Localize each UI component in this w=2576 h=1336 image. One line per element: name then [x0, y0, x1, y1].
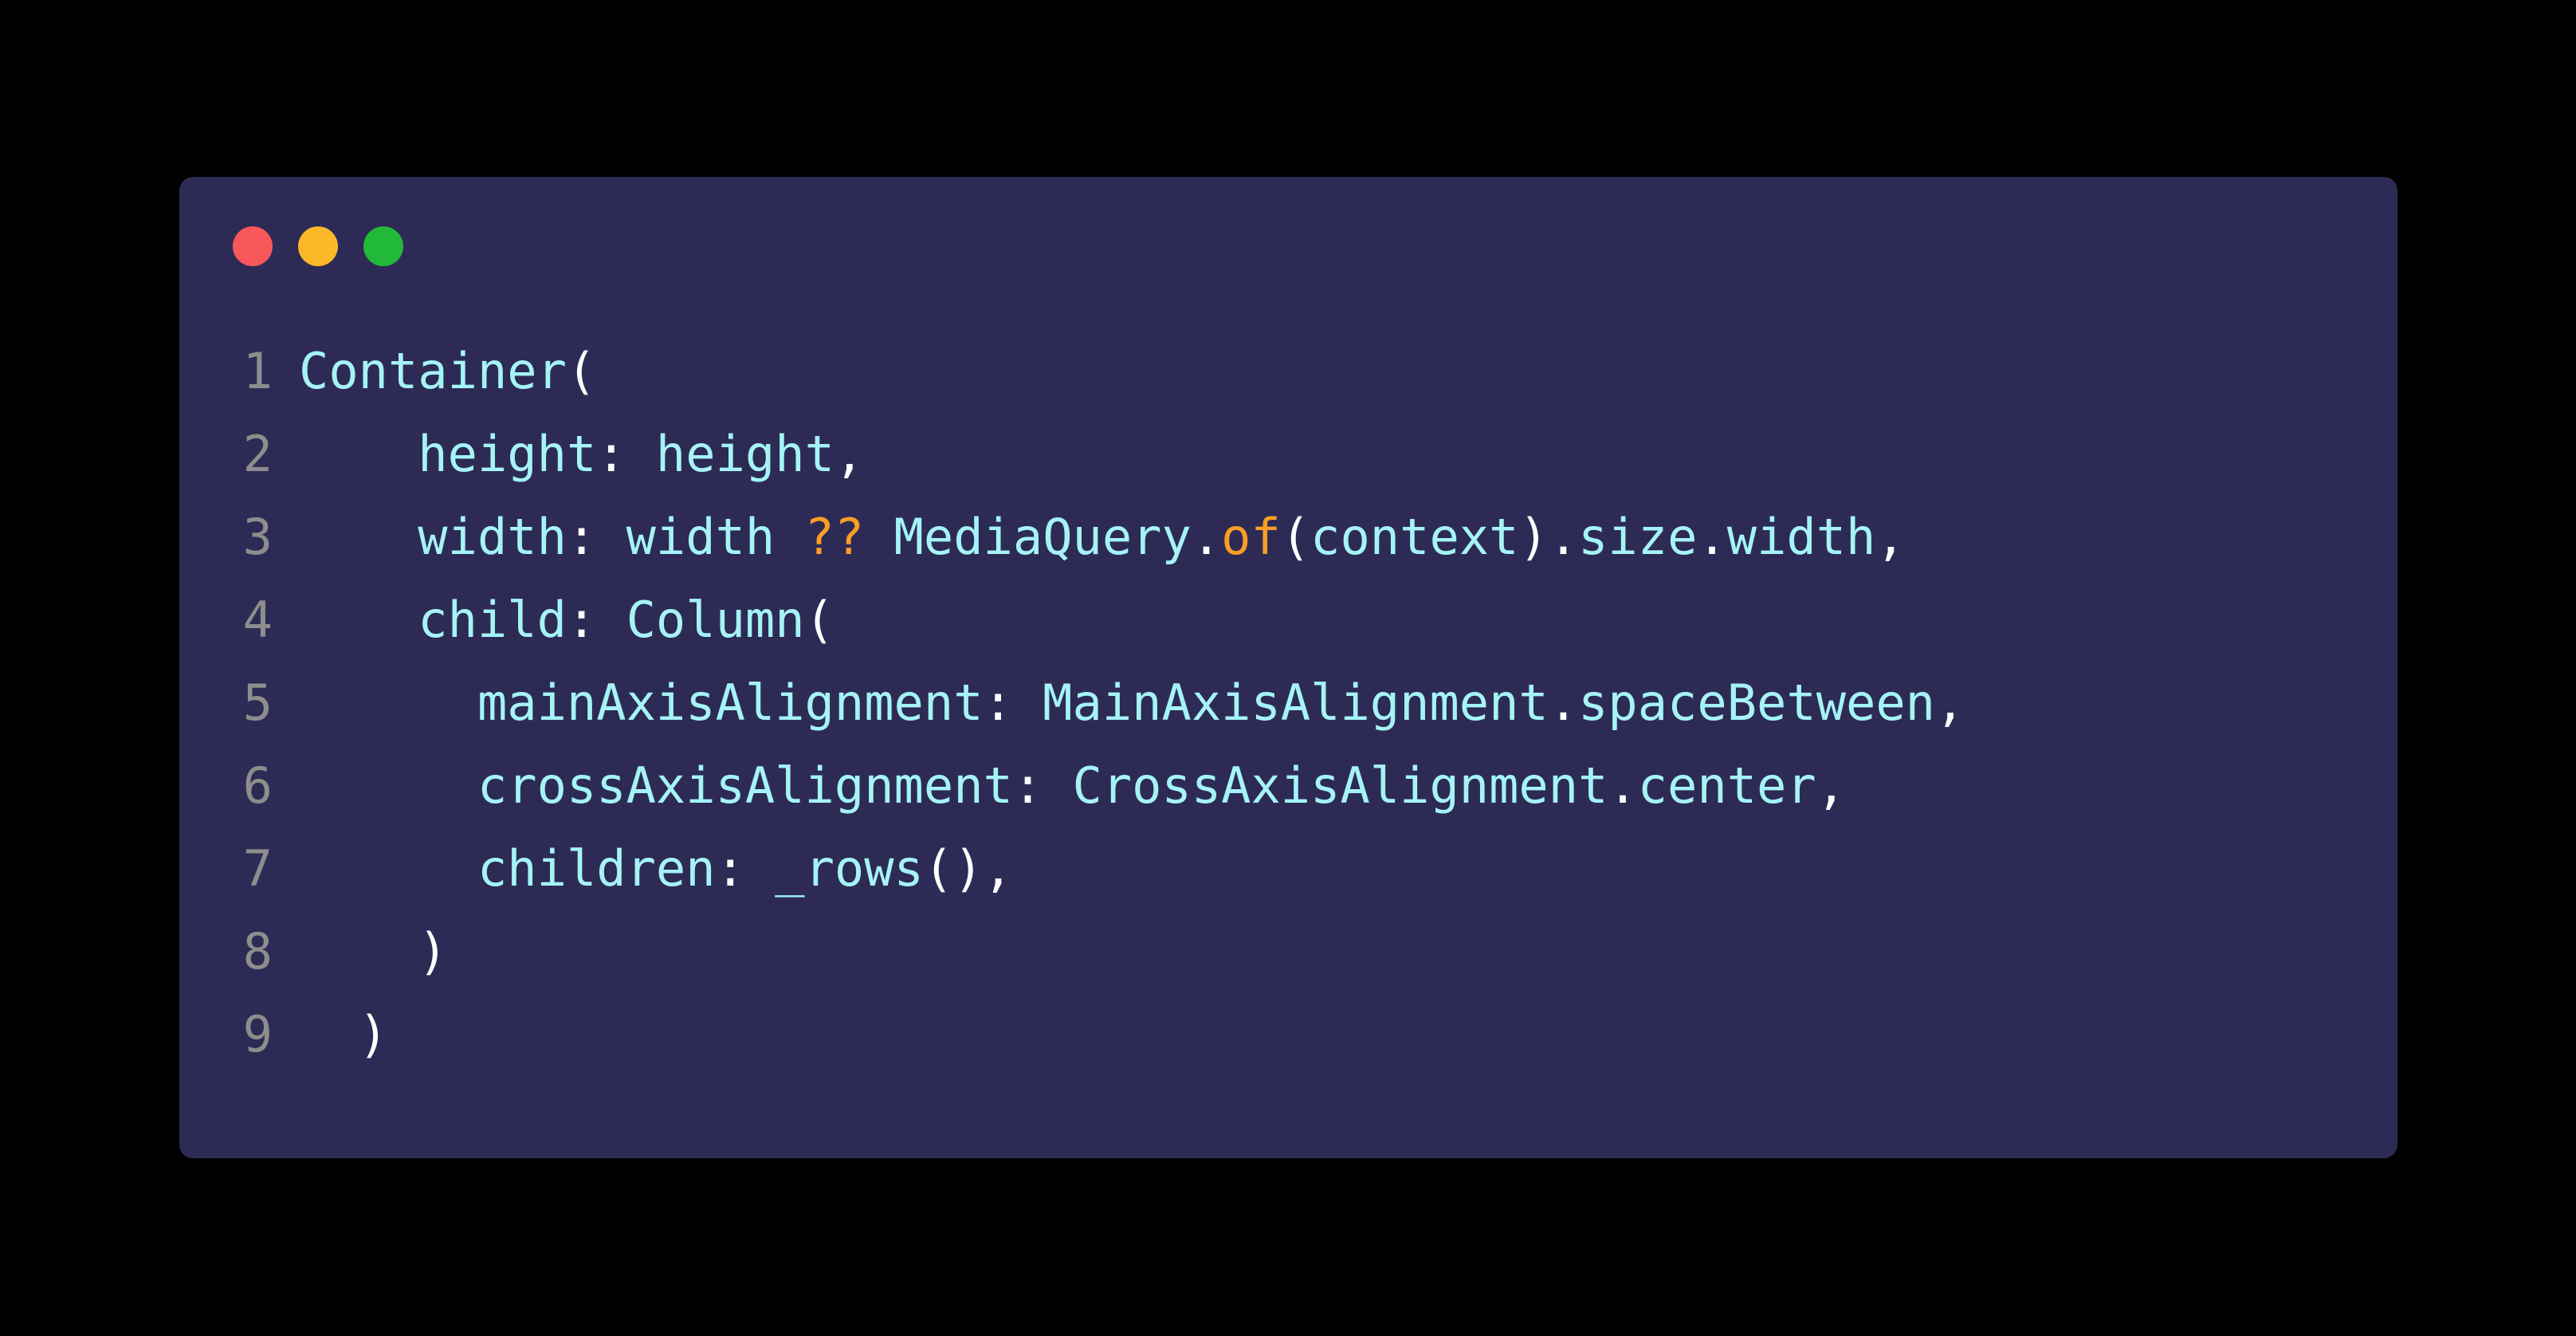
code-token: ?? — [804, 508, 865, 566]
code-token: of — [1221, 508, 1281, 566]
code-token: context — [1310, 508, 1519, 566]
code-line[interactable]: 9 ) — [179, 993, 2397, 1076]
code-editor-area[interactable]: 1 Container(2 height: height, 3 width: wid… — [179, 177, 2397, 1076]
code-token: () — [923, 839, 984, 898]
code-token: ) — [358, 1005, 388, 1063]
code-token: MainAxisAlignment — [1012, 674, 1549, 732]
line-number: 7 — [242, 839, 273, 898]
screenshot-stage: 1 Container(2 height: height, 3 width: wid… — [0, 0, 2576, 1336]
code-token: : — [566, 508, 597, 566]
code-token: width — [596, 508, 805, 566]
code-token: . — [1548, 674, 1579, 732]
code-token: ) — [1518, 508, 1549, 566]
code-token: center — [1637, 756, 1816, 815]
code-token: : — [566, 591, 597, 649]
code-line[interactable]: 3 width: width ?? MediaQuery.of(context)… — [179, 496, 2397, 579]
code-line[interactable]: 7 children: _rows(), — [179, 827, 2397, 910]
code-token: height — [626, 425, 834, 483]
code-token: , — [1935, 674, 1965, 732]
code-token: . — [1548, 508, 1579, 566]
code-token: ( — [1280, 508, 1311, 566]
code-token: spaceBetween — [1578, 674, 1936, 732]
line-code[interactable]: Container( — [299, 330, 596, 413]
code-token: crossAxisAlignment — [299, 756, 1013, 815]
code-token: . — [1608, 756, 1638, 815]
line-code[interactable]: ) — [299, 993, 388, 1076]
code-token: : — [983, 674, 1013, 732]
code-token: ( — [804, 591, 834, 649]
line-number: 4 — [242, 591, 273, 649]
code-window-card: 1 Container(2 height: height, 3 width: wid… — [179, 177, 2397, 1158]
code-token: children — [299, 839, 716, 898]
line-code[interactable]: ) — [299, 910, 448, 993]
code-line[interactable]: 8 ) — [179, 910, 2397, 993]
code-line[interactable]: 6 crossAxisAlignment: CrossAxisAlignment… — [179, 745, 2397, 827]
line-number: 9 — [242, 1005, 273, 1063]
code-token: . — [1191, 508, 1222, 566]
code-token: . — [1697, 508, 1727, 566]
code-line[interactable]: 2 height: height, — [179, 413, 2397, 496]
code-token: , — [1816, 756, 1847, 815]
code-token: : — [715, 839, 745, 898]
code-token: Column — [596, 591, 805, 649]
code-token: CrossAxisAlignment — [1043, 756, 1608, 815]
code-token: width — [1726, 508, 1876, 566]
line-code[interactable]: height: height, — [299, 413, 864, 496]
code-token: ) — [418, 922, 448, 980]
code-token: child — [299, 591, 567, 649]
code-token: Container — [299, 342, 567, 400]
code-token: _rows — [744, 839, 924, 898]
line-code[interactable]: width: width ?? MediaQuery.of(context).s… — [299, 496, 1906, 579]
line-number: 5 — [242, 674, 273, 732]
line-number: 8 — [242, 922, 273, 980]
code-line[interactable]: 5 mainAxisAlignment: MainAxisAlignment.s… — [179, 662, 2397, 745]
code-token: : — [596, 425, 626, 483]
code-token: mainAxisAlignment — [299, 674, 984, 732]
line-number: 1 — [242, 342, 273, 400]
line-number: 2 — [242, 425, 273, 483]
line-number: 6 — [242, 756, 273, 815]
code-token: , — [983, 839, 1013, 898]
line-code[interactable]: child: Column( — [299, 579, 834, 662]
line-code[interactable]: children: _rows(), — [299, 827, 1013, 910]
code-token: width — [299, 508, 567, 566]
code-token: ( — [566, 342, 597, 400]
code-token: size — [1578, 508, 1698, 566]
code-line[interactable]: 1 Container( — [179, 330, 2397, 413]
line-number: 3 — [242, 508, 273, 566]
line-code[interactable]: crossAxisAlignment: CrossAxisAlignment.c… — [299, 745, 1846, 827]
line-code[interactable]: mainAxisAlignment: MainAxisAlignment.spa… — [299, 662, 1965, 745]
code-token: : — [1012, 756, 1043, 815]
code-token: , — [834, 425, 865, 483]
code-token: , — [1875, 508, 1906, 566]
code-token: MediaQuery — [864, 508, 1192, 566]
code-token: height — [299, 425, 597, 483]
code-line[interactable]: 4 child: Column( — [179, 579, 2397, 662]
